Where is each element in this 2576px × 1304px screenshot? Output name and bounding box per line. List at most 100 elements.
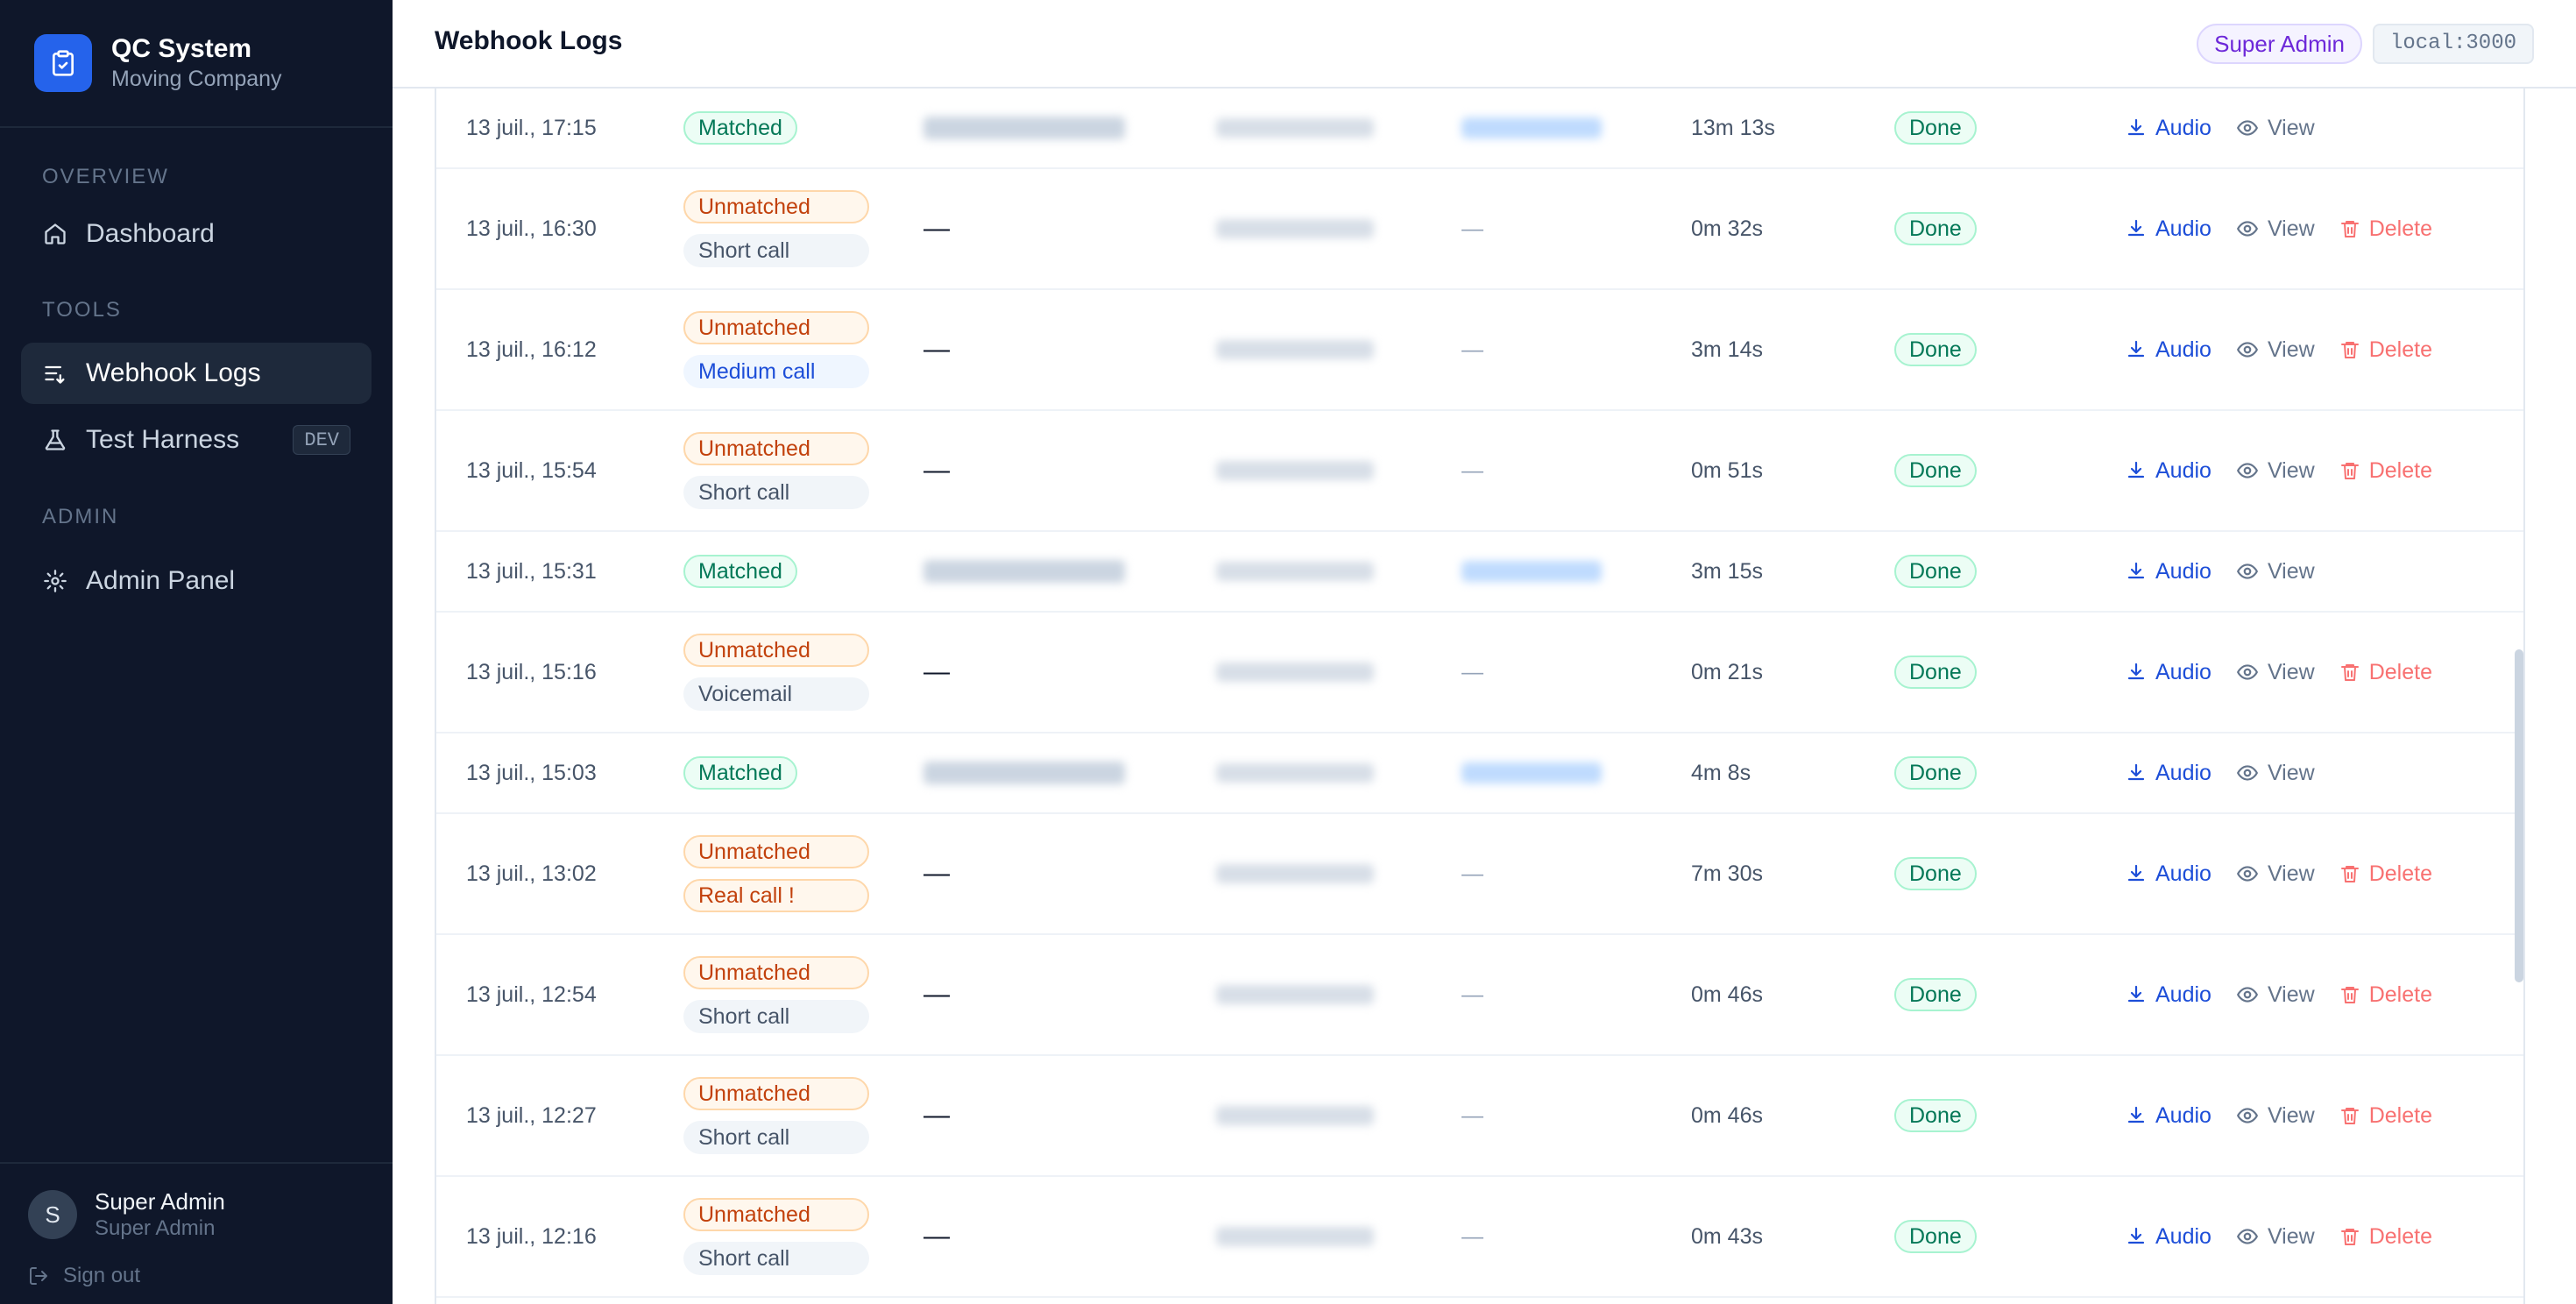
scrollbar[interactable] [2515,649,2523,982]
row-date: 13 juil., 16:30 [466,216,597,241]
table-row[interactable]: 13 juil., 16:12 Unmatched Medium call — —… [436,290,2523,411]
row-rep: — [1461,1056,1483,1175]
audio-download-button[interactable]: Audio [2126,660,2212,685]
table-row[interactable]: 13 juil., 15:16 Unmatched Voicemail — — 0… [436,613,2523,734]
audio-download-button[interactable]: Audio [2126,982,2212,1008]
rep-link-redacted[interactable] [1461,117,1602,138]
table-row[interactable]: 13 juil., 12:27 Unmatched Short call — — … [436,1056,2523,1177]
unmatched-tag: Unmatched [683,432,869,465]
sidebar-item-admin-panel[interactable]: Admin Panel [21,550,372,612]
audio-download-button[interactable]: Audio [2126,1103,2212,1129]
audio-label: Audio [2155,216,2212,241]
table-row[interactable]: 13 juil., 12:16 Unmatched Short call — — … [436,1177,2523,1298]
audio-download-button[interactable]: Audio [2126,116,2212,141]
row-tags: Unmatched Voicemail [683,613,869,732]
eye-icon [2237,563,2258,579]
phone-redacted [1216,340,1374,359]
view-button[interactable]: View [2236,1103,2315,1129]
delete-button[interactable]: Delete [2339,458,2432,484]
view-button[interactable]: View [2236,337,2315,363]
medium-tag: Medium call [683,355,869,388]
rep-link-redacted[interactable] [1461,762,1602,783]
view-button[interactable]: View [2236,861,2315,887]
sign-out-button[interactable]: Sign out [28,1264,140,1288]
eye-icon [2237,1229,2258,1244]
row-tags: Unmatched Short call [683,169,869,288]
audio-download-button[interactable]: Audio [2126,761,2212,786]
row-date: 13 juil., 15:54 [466,457,597,483]
row-duration: 0m 51s [1691,457,1763,483]
sidebar-item-test-harness[interactable]: Test Harness DEV [21,409,372,471]
view-button[interactable]: View [2236,1224,2315,1250]
table-row[interactable]: 13 juil., 16:30 Unmatched Short call — — … [436,169,2523,290]
view-button[interactable]: View [2236,216,2315,242]
short-tag: Short call [683,1121,869,1154]
sign-out-icon [30,1267,47,1285]
view-button[interactable]: View [2236,660,2315,685]
delete-button[interactable]: Delete [2339,1224,2432,1250]
delete-button[interactable]: Delete [2339,982,2432,1008]
short-tag: Short call [683,234,869,267]
download-icon [2127,663,2145,680]
download-icon [2127,562,2145,579]
view-button[interactable]: View [2236,458,2315,484]
row-tags: Matched [683,89,797,167]
trash-icon [2340,1229,2359,1245]
eye-icon [2237,1108,2258,1123]
row-date: 13 juil., 15:31 [466,558,597,584]
trash-icon [2340,1108,2359,1124]
phone-redacted [1216,562,1374,581]
rep-name: — [1461,1223,1483,1249]
row-status: Done [1894,814,1977,933]
view-button[interactable]: View [2236,761,2315,786]
trash-icon [2340,987,2359,1003]
delete-button[interactable]: Delete [2339,1103,2432,1129]
audio-download-button[interactable]: Audio [2126,458,2212,484]
audio-download-button[interactable]: Audio [2126,1224,2212,1250]
real-tag: Real call ! [683,879,869,912]
view-button[interactable]: View [2236,982,2315,1008]
sidebar-item-dashboard[interactable]: Dashboard [21,203,372,265]
row-phone [1216,169,1374,288]
row-duration: 0m 43s [1691,1223,1763,1249]
nav-section-tools: TOOLS [42,298,122,322]
view-label: View [2267,558,2315,584]
row-date: 13 juil., 12:54 [466,982,597,1007]
delete-button[interactable]: Delete [2339,337,2432,363]
table-row[interactable]: 13 juil., 17:15 Matched 13m 13s Done Aud… [436,89,2523,169]
delete-button[interactable]: Delete [2339,216,2432,242]
row-status: Done [1894,169,1977,288]
audio-label: Audio [2155,337,2212,362]
row-phone [1216,1056,1374,1175]
table-row[interactable]: 13 juil., 15:31 Matched 3m 15s Done Audi… [436,532,2523,613]
audio-label: Audio [2155,659,2212,684]
host-badge: local:3000 [2372,24,2534,64]
table-row[interactable]: 13 juil., 15:54 Unmatched Short call — — … [436,411,2523,532]
table-row[interactable]: 13 juil., 12:54 Unmatched Short call — — … [436,935,2523,1056]
row-date: 13 juil., 16:12 [466,337,597,362]
row-status: Done [1894,290,1977,409]
audio-download-button[interactable]: Audio [2126,216,2212,242]
audio-download-button[interactable]: Audio [2126,861,2212,887]
audio-download-button[interactable]: Audio [2126,559,2212,585]
delete-button[interactable]: Delete [2339,861,2432,887]
row-status: Done [1894,1056,1977,1175]
table-row[interactable]: 13 juil., 13:02 Unmatched Real call ! — —… [436,814,2523,935]
status-badge: Done [1894,111,1977,145]
audio-label: Audio [2155,760,2212,785]
view-label: View [2267,1223,2315,1249]
delete-label: Delete [2368,861,2432,886]
view-button[interactable]: View [2236,116,2315,141]
row-status: Done [1894,1177,1977,1296]
delete-button[interactable]: Delete [2339,660,2432,685]
view-button[interactable]: View [2236,559,2315,585]
nav-section-overview: OVERVIEW [42,165,169,188]
sidebar-item-webhook-logs[interactable]: Webhook Logs [21,343,372,404]
download-icon [2127,985,2145,1003]
rep-link-redacted[interactable] [1461,561,1602,582]
table-row[interactable]: 13 juil., 15:03 Matched 4m 8s Done Audio… [436,734,2523,814]
customer-name: — [924,980,950,1009]
avatar: S [28,1190,77,1239]
phone-redacted [1216,864,1374,883]
audio-download-button[interactable]: Audio [2126,337,2212,363]
